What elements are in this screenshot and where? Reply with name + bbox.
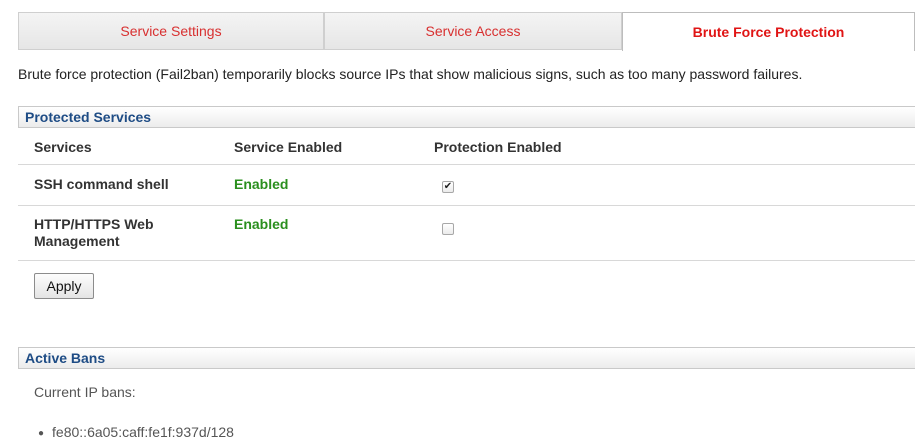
column-header-services: Services (34, 139, 92, 155)
banned-ip: fe80::6a05:caff:fe1f:937d/128 (52, 424, 234, 440)
apply-button[interactable]: Apply (34, 273, 94, 299)
checkmark-icon: ✔ (443, 181, 453, 192)
column-header-protection-enabled: Protection Enabled (434, 139, 562, 155)
list-item: ● fe80::6a05:caff:fe1f:937d/128 (38, 424, 234, 440)
table-header-row: Services Service Enabled Protection Enab… (18, 128, 915, 165)
active-bans-header: Active Bans (18, 347, 915, 369)
tab-service-access[interactable]: Service Access (324, 12, 622, 49)
tab-service-settings[interactable]: Service Settings (18, 12, 324, 49)
current-ip-bans-label: Current IP bans: (34, 384, 136, 400)
bullet-icon: ● (38, 428, 45, 439)
tab-brute-force-protection[interactable]: Brute Force Protection (622, 12, 915, 51)
intro-text: Brute force protection (Fail2ban) tempor… (18, 66, 803, 82)
protection-enabled-checkbox[interactable]: ✔ (442, 181, 454, 193)
table-row: HTTP/HTTPS Web Management Enabled (18, 206, 915, 261)
protected-services-header: Protected Services (18, 106, 915, 128)
tab-bar: Service Settings Service Access Brute Fo… (18, 12, 915, 51)
service-enabled-status: Enabled (234, 216, 289, 232)
protected-services-table: Services Service Enabled Protection Enab… (18, 128, 915, 261)
service-enabled-status: Enabled (234, 176, 289, 192)
table-row: SSH command shell Enabled ✔ (18, 165, 915, 206)
column-header-service-enabled: Service Enabled (234, 139, 343, 155)
service-name: SSH command shell (34, 176, 169, 192)
service-name: HTTP/HTTPS Web Management (34, 216, 154, 249)
protection-enabled-checkbox[interactable] (442, 223, 454, 235)
